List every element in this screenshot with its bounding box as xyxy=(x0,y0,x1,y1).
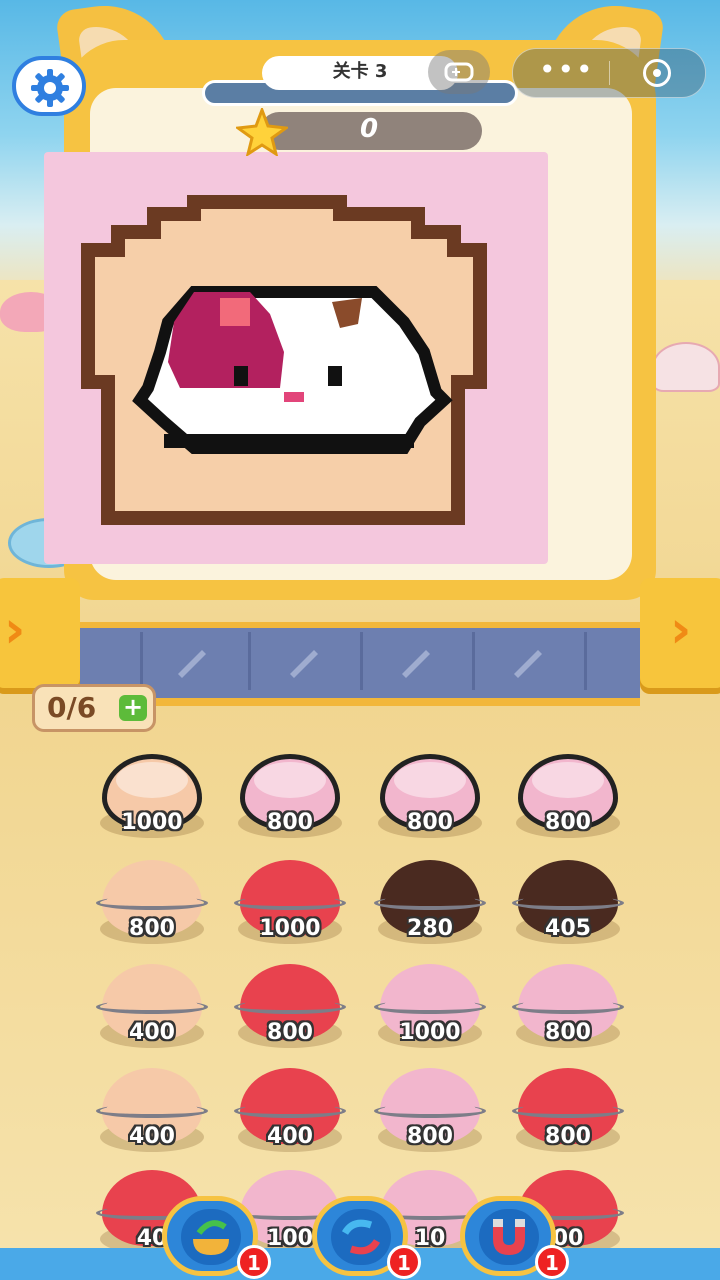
bucket-value: 800 xyxy=(129,916,175,941)
conveyor-slot xyxy=(588,632,696,690)
bucket-band xyxy=(234,1000,346,1014)
magnet-tool-button[interactable]: 1 xyxy=(460,1196,569,1279)
bucket-band xyxy=(512,1104,624,1118)
open-bucket[interactable]: 800 xyxy=(512,746,624,846)
star-icon xyxy=(236,108,288,156)
bucket[interactable]: 800 xyxy=(234,956,346,1056)
bucket[interactable]: 800 xyxy=(96,852,208,952)
bucket-opening xyxy=(532,762,604,798)
bucket[interactable]: 1000 xyxy=(374,956,486,1056)
pixel-art-canvas xyxy=(44,152,548,564)
bucket-value: 1000 xyxy=(121,810,183,835)
bucket-band xyxy=(374,1000,486,1014)
pixel-art-image xyxy=(81,195,487,525)
close-target-icon[interactable] xyxy=(643,59,671,87)
game-center-button[interactable] xyxy=(428,50,490,94)
bucket-value: 405 xyxy=(545,916,591,941)
bucket-value: 1000 xyxy=(259,916,321,941)
bucket-value: 800 xyxy=(545,1020,591,1045)
slot-counter-value: 0/6 xyxy=(47,691,97,724)
shuffle-count-badge: 1 xyxy=(387,1245,421,1279)
bucket-value: 800 xyxy=(267,1020,313,1045)
magnet-count-badge: 1 xyxy=(535,1245,569,1279)
bucket-value: 1000 xyxy=(399,1020,461,1045)
bucket-value: 400 xyxy=(129,1020,175,1045)
bucket-band xyxy=(374,1104,486,1118)
magnet-icon xyxy=(479,1209,539,1265)
bucket[interactable]: 800 xyxy=(512,1060,624,1160)
bucket[interactable]: 800 xyxy=(374,1060,486,1160)
add-slot-button[interactable]: + xyxy=(119,695,147,721)
bucket-band xyxy=(96,1000,208,1014)
open-bucket[interactable]: 800 xyxy=(234,746,346,846)
refill-tool-button[interactable]: 1 xyxy=(162,1196,271,1279)
conveyor-slot xyxy=(364,632,475,690)
bucket-value: 400 xyxy=(267,1124,313,1149)
bucket[interactable]: 1000 xyxy=(234,852,346,952)
bucket[interactable]: 405 xyxy=(512,852,624,952)
shuffle-tool-button[interactable]: 1 xyxy=(312,1196,421,1279)
more-menu-icon[interactable]: ••• xyxy=(539,53,595,86)
bucket-value: 800 xyxy=(545,1124,591,1149)
open-bucket[interactable]: 1000 xyxy=(96,746,208,846)
bucket-band xyxy=(96,896,208,910)
conveyor-slot xyxy=(252,632,363,690)
pink-shell-right xyxy=(652,342,720,392)
bucket-opening xyxy=(394,762,466,798)
bucket-band xyxy=(96,1104,208,1118)
bucket-band xyxy=(374,896,486,910)
bucket[interactable]: 400 xyxy=(234,1060,346,1160)
bucket-value: 800 xyxy=(407,810,453,835)
shuffle-icon xyxy=(331,1209,391,1265)
gamepad-icon xyxy=(444,62,474,82)
refill-icon xyxy=(181,1209,241,1265)
bucket[interactable]: 400 xyxy=(96,1060,208,1160)
chevron-right-icon: › xyxy=(4,600,26,660)
gear-icon xyxy=(31,69,69,107)
open-bucket[interactable]: 800 xyxy=(374,746,486,846)
score-value: 0 xyxy=(360,114,379,144)
bucket-value: 800 xyxy=(545,810,591,835)
bucket-opening xyxy=(254,762,326,798)
bucket-value: 280 xyxy=(407,916,453,941)
bucket-band xyxy=(234,1104,346,1118)
shovel-icon xyxy=(514,650,542,678)
conveyor-belt xyxy=(80,622,640,706)
bucket-band xyxy=(512,1000,624,1014)
bucket[interactable]: 800 xyxy=(512,956,624,1056)
conveyor-slot xyxy=(32,632,143,690)
conveyor-slot xyxy=(140,632,251,690)
bucket-value: 400 xyxy=(129,1124,175,1149)
slot-counter: 0/6 + xyxy=(32,684,156,732)
conveyor-slot xyxy=(476,632,587,690)
bucket-band xyxy=(234,896,346,910)
refill-count-badge: 1 xyxy=(237,1245,271,1279)
bucket-opening xyxy=(116,762,188,798)
shovel-icon xyxy=(290,650,318,678)
miniprogram-capsule: ••• xyxy=(512,48,706,98)
bucket[interactable]: 280 xyxy=(374,852,486,952)
shovel-icon xyxy=(402,650,430,678)
bucket-value: 800 xyxy=(407,1124,453,1149)
bucket-value: 800 xyxy=(267,810,313,835)
settings-button[interactable] xyxy=(12,56,86,116)
shovel-icon xyxy=(178,650,206,678)
bucket[interactable]: 400 xyxy=(96,956,208,1056)
bucket-band xyxy=(512,896,624,910)
